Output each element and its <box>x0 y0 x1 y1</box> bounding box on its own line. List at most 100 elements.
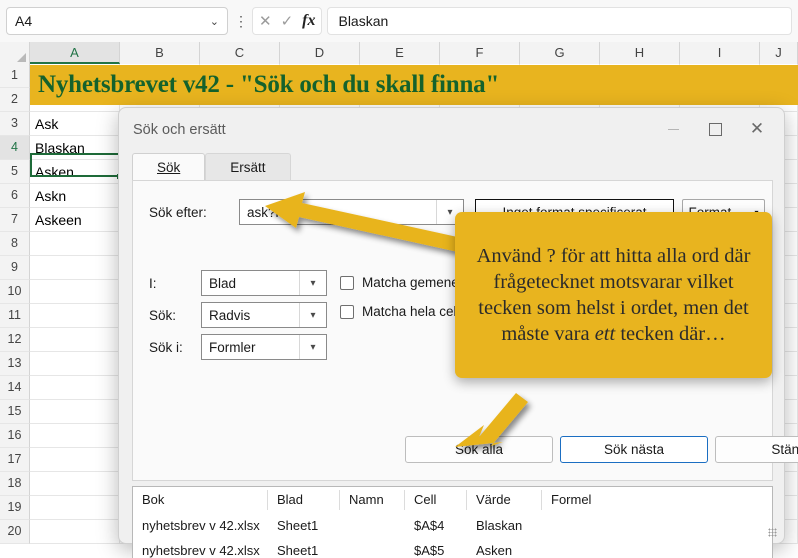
match-case-checkbox-row[interactable]: Matcha gemener/ <box>340 275 467 290</box>
row-header-3[interactable]: 3 <box>0 112 30 136</box>
match-entire-cell-checkbox-row[interactable]: Matcha hela cellin <box>340 304 470 319</box>
confirm-icon[interactable]: ✓ <box>281 14 294 29</box>
result-blad: Sheet1 <box>277 543 319 558</box>
row-header-14[interactable]: 14 <box>0 376 30 400</box>
grid-cell-a19[interactable] <box>30 496 120 520</box>
row-header-5[interactable]: 5 <box>0 160 30 184</box>
row-header-13[interactable]: 13 <box>0 352 30 376</box>
column-header-g[interactable]: G <box>520 42 600 64</box>
checkbox-icon[interactable] <box>340 304 354 319</box>
results-header-varde: Värde <box>467 490 542 510</box>
column-header-e[interactable]: E <box>360 42 440 64</box>
chevron-down-icon[interactable]: ▾ <box>299 271 326 295</box>
formula-controls: ✕ ✓ fx <box>252 7 323 35</box>
name-box-value: A4 <box>15 13 33 29</box>
row-header-10[interactable]: 10 <box>0 280 30 304</box>
chevron-down-icon[interactable]: ⌄ <box>210 15 219 28</box>
row-header-18[interactable]: 18 <box>0 472 30 496</box>
row-header-16[interactable]: 16 <box>0 424 30 448</box>
column-header-c[interactable]: C <box>200 42 280 64</box>
grid-cell-a18[interactable] <box>30 472 120 496</box>
search-order-value: Radvis <box>209 307 251 323</box>
tab-sok-label: Sök <box>157 160 181 175</box>
grid-cell-a12[interactable] <box>30 328 120 352</box>
table-row[interactable]: nyhetsbrev v 42.xlsx Sheet1 $A$5 Asken <box>133 538 772 558</box>
grid-cell-a14[interactable] <box>30 376 120 400</box>
results-header-bok: Bok <box>133 490 268 510</box>
tab-ersatt[interactable]: Ersätt <box>205 153 291 181</box>
find-all-button[interactable]: Sök alla <box>405 436 553 463</box>
excel-window: A4 ⌄ ⋮ ✕ ✓ fx Blaskan A B C D E F G H I … <box>0 0 798 558</box>
row-header-19[interactable]: 19 <box>0 496 30 520</box>
maximize-icon[interactable] <box>694 114 736 144</box>
minimize-icon[interactable] <box>652 114 694 144</box>
grid-cell-a17[interactable] <box>30 448 120 472</box>
grid-cell-a16[interactable] <box>30 424 120 448</box>
column-header-i[interactable]: I <box>680 42 760 64</box>
row-header-6[interactable]: 6 <box>0 184 30 208</box>
search-input-value: ask?n <box>247 204 284 220</box>
search-input[interactable]: ask?n ▾ <box>239 199 464 225</box>
grid-cell-a10[interactable] <box>30 280 120 304</box>
annotation-callout: Använd ? för att hitta alla ord där fråg… <box>455 212 772 378</box>
row-header-1[interactable]: 1 <box>0 64 30 88</box>
sheet-title-banner: Nyhetsbrevet v42 - "Sök och du skall fin… <box>30 65 798 105</box>
grid-cell-a8[interactable] <box>30 232 120 256</box>
column-header-b[interactable]: B <box>120 42 200 64</box>
row-header-12[interactable]: 12 <box>0 328 30 352</box>
result-bok: nyhetsbrev v 42.xlsx <box>142 518 260 533</box>
results-list[interactable]: Bok Blad Namn Cell Värde Formel nyhetsbr… <box>132 486 773 558</box>
column-header-h[interactable]: H <box>600 42 680 64</box>
column-header-d[interactable]: D <box>280 42 360 64</box>
results-header-namn: Namn <box>340 490 405 510</box>
column-header-a[interactable]: A <box>30 42 120 64</box>
insert-function-icon[interactable]: fx <box>302 13 315 29</box>
search-order-dropdown[interactable]: Radvis ▾ <box>201 302 327 328</box>
grid-cell-a20[interactable] <box>30 520 120 544</box>
results-header-row: Bok Blad Namn Cell Värde Formel <box>133 487 772 513</box>
row-header-15[interactable]: 15 <box>0 400 30 424</box>
grid-cell-a11[interactable] <box>30 304 120 328</box>
row-header-8[interactable]: 8 <box>0 232 30 256</box>
match-case-label: Matcha gemener/ <box>362 275 468 290</box>
close-button[interactable]: Stäng <box>715 436 798 463</box>
chevron-down-icon[interactable]: ▾ <box>299 335 326 359</box>
within-dropdown[interactable]: Blad ▾ <box>201 270 327 296</box>
row-header-11[interactable]: 11 <box>0 304 30 328</box>
table-row[interactable]: nyhetsbrev v 42.xlsx Sheet1 $A$4 Blaskan <box>133 513 772 538</box>
grid-cell-value-a3: Ask <box>35 116 59 132</box>
tab-ersatt-label: Ersätt <box>230 160 266 175</box>
results-header-formel: Formel <box>551 492 592 507</box>
active-cell-selection <box>30 153 120 177</box>
row-header-4[interactable]: 4 <box>0 136 30 160</box>
dialog-title: Sök och ersätt <box>133 122 226 138</box>
result-blad: Sheet1 <box>277 518 319 533</box>
row-header-17[interactable]: 17 <box>0 448 30 472</box>
row-header-9[interactable]: 9 <box>0 256 30 280</box>
grid-cell-value-a7: Askeen <box>35 212 82 228</box>
search-order-label: Sök: <box>149 308 177 323</box>
cancel-icon[interactable]: ✕ <box>259 14 272 29</box>
row-header-7[interactable]: 7 <box>0 208 30 232</box>
resize-grip-icon[interactable] <box>768 528 777 537</box>
row-header-2[interactable]: 2 <box>0 88 30 112</box>
find-next-button[interactable]: Sök nästa <box>560 436 708 463</box>
result-cell: $A$4 <box>414 518 445 533</box>
checkbox-icon[interactable] <box>340 275 354 290</box>
chevron-down-icon[interactable]: ▾ <box>299 303 326 327</box>
look-in-dropdown[interactable]: Formler ▾ <box>201 334 327 360</box>
row-header-20[interactable]: 20 <box>0 520 30 544</box>
grid-cell-a13[interactable] <box>30 352 120 376</box>
tab-sok[interactable]: Sök <box>132 153 206 181</box>
more-options-icon[interactable]: ⋮ <box>233 14 249 28</box>
dialog-window-buttons: ✕ <box>652 114 778 144</box>
within-label: I: <box>149 276 157 291</box>
grid-cell-a9[interactable] <box>30 256 120 280</box>
formula-input[interactable]: Blaskan <box>327 7 792 35</box>
name-box[interactable]: A4 ⌄ <box>6 7 228 35</box>
column-header-j[interactable]: J <box>760 42 798 64</box>
grid-cell-a15[interactable] <box>30 400 120 424</box>
column-header-f[interactable]: F <box>440 42 520 64</box>
select-all-corner[interactable] <box>0 42 30 64</box>
close-icon[interactable]: ✕ <box>736 114 778 144</box>
